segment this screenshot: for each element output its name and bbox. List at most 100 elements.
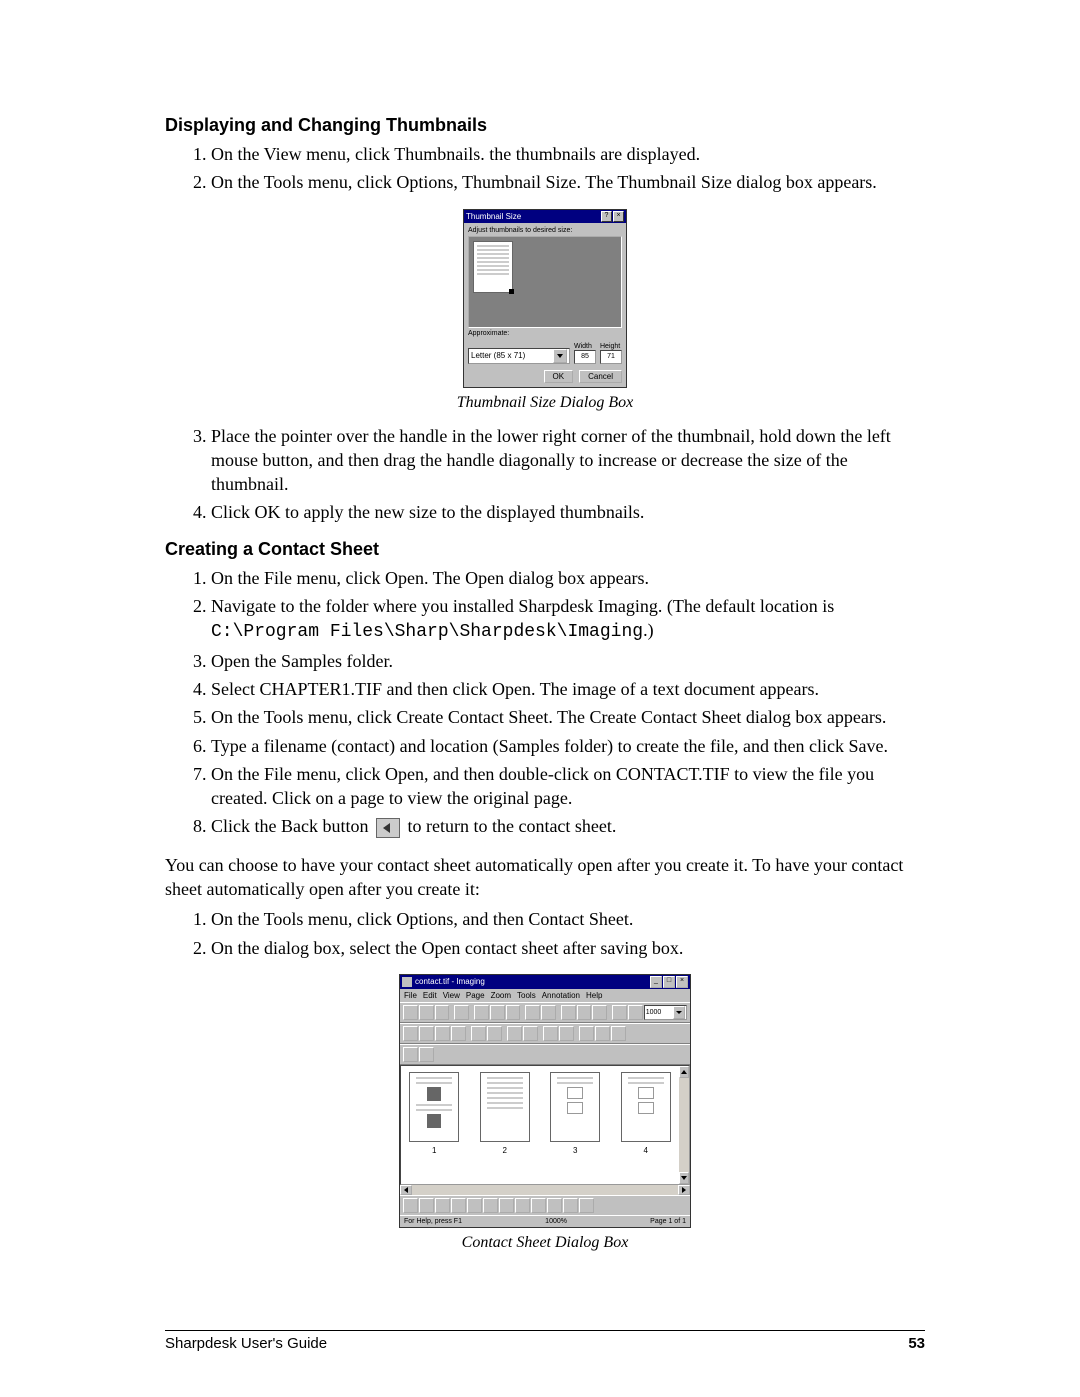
tool-icon[interactable]: [487, 1026, 502, 1041]
annot-icon[interactable]: [419, 1198, 434, 1213]
print-icon[interactable]: [454, 1005, 469, 1020]
scroll-right-icon[interactable]: [678, 1185, 690, 1195]
height-value: 71: [600, 350, 622, 364]
chevron-down-icon[interactable]: [673, 1006, 685, 1019]
menu-annotation[interactable]: Annotation: [542, 991, 580, 1000]
contact-sheet-window: contact.tif - Imaging _ □ × File Edit Vi…: [399, 974, 691, 1228]
annot-icon[interactable]: [467, 1198, 482, 1213]
annot-icon[interactable]: [579, 1198, 594, 1213]
tool-icon[interactable]: [507, 1026, 522, 1041]
toolbar-1: 1000: [400, 1002, 690, 1023]
zoom-select-icon[interactable]: [592, 1005, 607, 1020]
page-label-3: 3: [546, 1146, 605, 1155]
page-thumb-3[interactable]: [550, 1072, 600, 1142]
tool-icon[interactable]: [611, 1026, 626, 1041]
contact-step-8: Click the Back button to return to the c…: [211, 814, 925, 838]
window-title: contact.tif - Imaging: [415, 977, 485, 986]
approx-label: Approximate:: [468, 330, 622, 337]
cut-icon[interactable]: [474, 1005, 489, 1020]
thumbnail-preview-area: [468, 236, 622, 328]
resize-handle-icon[interactable]: [509, 289, 514, 294]
tool-icon[interactable]: [403, 1026, 418, 1041]
fit-page-icon[interactable]: [628, 1005, 643, 1020]
vertical-scrollbar[interactable]: [679, 1066, 689, 1184]
status-page: Page 1 of 1: [650, 1218, 686, 1225]
tool-icon[interactable]: [543, 1026, 558, 1041]
redo-icon[interactable]: [541, 1005, 556, 1020]
open-icon[interactable]: [419, 1005, 434, 1020]
annot-icon[interactable]: [515, 1198, 530, 1213]
annot-icon[interactable]: [531, 1198, 546, 1213]
thumb-step-3: Place the pointer over the handle in the…: [211, 424, 925, 497]
contact-step-2c: .): [643, 620, 654, 640]
tool-icon[interactable]: [559, 1026, 574, 1041]
menu-zoom[interactable]: Zoom: [491, 991, 511, 1000]
contact-step-10: On the dialog box, select the Open conta…: [211, 936, 925, 960]
tool-icon[interactable]: [579, 1026, 594, 1041]
page-thumb-4[interactable]: [621, 1072, 671, 1142]
contact-steps-a: On the File menu, click Open. The Open d…: [165, 566, 925, 839]
contact-step-8a: Click the Back button: [211, 816, 373, 836]
scroll-up-icon[interactable]: [679, 1066, 689, 1078]
fit-width-icon[interactable]: [612, 1005, 627, 1020]
horizontal-scrollbar[interactable]: [400, 1185, 690, 1195]
scroll-left-icon[interactable]: [400, 1185, 412, 1195]
save-icon[interactable]: [435, 1005, 450, 1020]
maximize-icon[interactable]: □: [663, 976, 675, 988]
tool-icon[interactable]: [451, 1026, 466, 1041]
paste-icon[interactable]: [506, 1005, 521, 1020]
status-help: For Help, press F1: [404, 1218, 462, 1225]
zoom-combo[interactable]: 1000: [644, 1005, 687, 1020]
undo-icon[interactable]: [525, 1005, 540, 1020]
annot-icon[interactable]: [435, 1198, 450, 1213]
annot-icon[interactable]: [403, 1198, 418, 1213]
tool-icon[interactable]: [523, 1026, 538, 1041]
app-icon: [402, 977, 412, 987]
tool-icon[interactable]: [471, 1026, 486, 1041]
menu-page[interactable]: Page: [466, 991, 485, 1000]
ok-button[interactable]: OK: [544, 370, 574, 383]
zoom-out-icon[interactable]: [577, 1005, 592, 1020]
close-icon[interactable]: ×: [613, 211, 624, 222]
annot-icon[interactable]: [499, 1198, 514, 1213]
help-icon[interactable]: ?: [601, 211, 612, 222]
page-thumb-1[interactable]: [409, 1072, 459, 1142]
size-select-value: Letter (85 x 71): [471, 351, 525, 360]
menu-file[interactable]: File: [404, 991, 417, 1000]
tool-icon[interactable]: [419, 1026, 434, 1041]
annot-icon[interactable]: [563, 1198, 578, 1213]
toolbar-3: [400, 1044, 690, 1065]
prev-page-icon[interactable]: [419, 1047, 434, 1062]
tool-icon[interactable]: [435, 1026, 450, 1041]
chevron-down-icon[interactable]: [553, 349, 567, 363]
thumbnail-preview[interactable]: [473, 241, 513, 293]
first-page-icon[interactable]: [403, 1047, 418, 1062]
menubar: File Edit View Page Zoom Tools Annotatio…: [400, 989, 690, 1002]
copy-icon[interactable]: [490, 1005, 505, 1020]
page-thumb-2[interactable]: [480, 1072, 530, 1142]
scroll-down-icon[interactable]: [679, 1172, 689, 1184]
annot-icon[interactable]: [547, 1198, 562, 1213]
contact-step-8b: to return to the contact sheet.: [403, 816, 616, 836]
toolbar-2: [400, 1023, 690, 1044]
contact-step-2a: Navigate to the folder where you install…: [211, 596, 834, 616]
size-select[interactable]: Letter (85 x 71): [468, 348, 570, 364]
menu-view[interactable]: View: [443, 991, 460, 1000]
menu-help[interactable]: Help: [586, 991, 602, 1000]
menu-edit[interactable]: Edit: [423, 991, 437, 1000]
cancel-button[interactable]: Cancel: [579, 370, 622, 383]
width-value: 85: [574, 350, 596, 364]
new-icon[interactable]: [403, 1005, 418, 1020]
menu-tools[interactable]: Tools: [517, 991, 536, 1000]
height-label: Height: [600, 343, 622, 350]
annot-icon[interactable]: [451, 1198, 466, 1213]
close-icon[interactable]: ×: [676, 976, 688, 988]
annot-icon[interactable]: [483, 1198, 498, 1213]
minimize-icon[interactable]: _: [650, 976, 662, 988]
zoom-in-icon[interactable]: [561, 1005, 576, 1020]
thumbnails-steps-b: Place the pointer over the handle in the…: [165, 424, 925, 525]
tool-icon[interactable]: [595, 1026, 610, 1041]
contact-step-2: Navigate to the folder where you install…: [211, 594, 925, 645]
status-zoom: 1000%: [545, 1218, 567, 1225]
toolbar-bottom: [400, 1195, 690, 1215]
